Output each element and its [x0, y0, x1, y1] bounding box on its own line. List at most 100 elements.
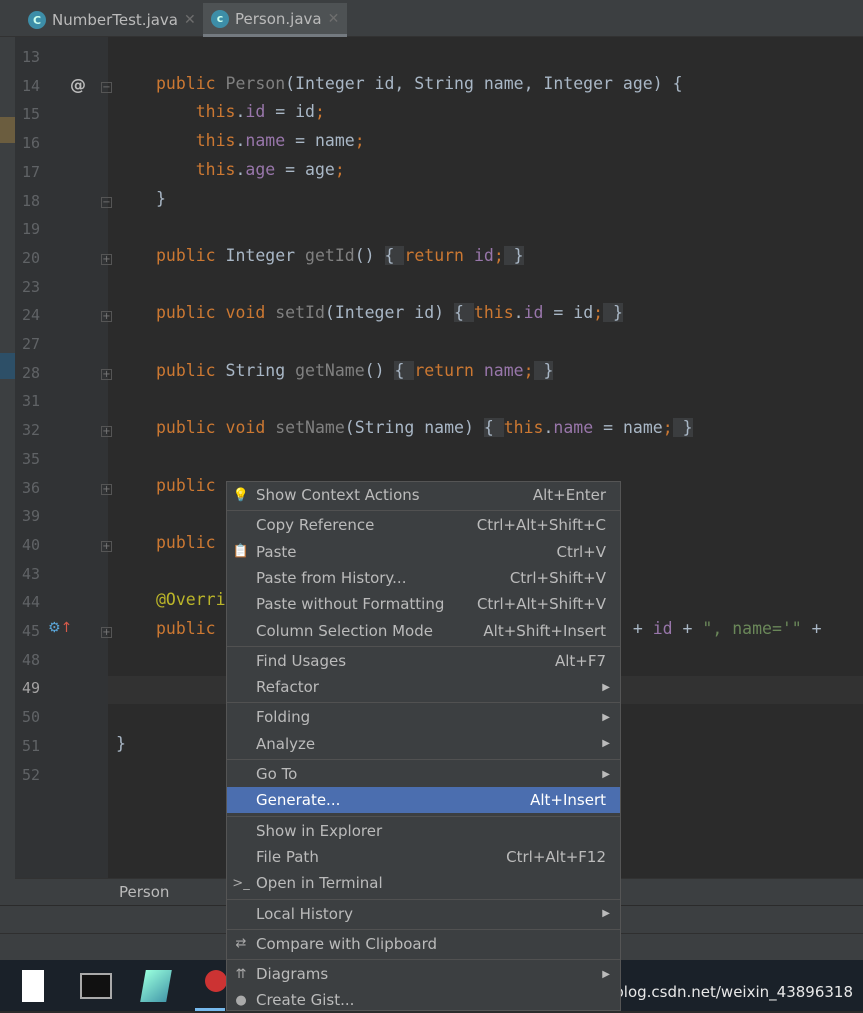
menu-separator — [227, 898, 620, 900]
fold-toggle-icon[interactable]: + — [101, 540, 112, 552]
compare-icon: ⇄ — [235, 936, 247, 952]
menu-item-refactor[interactable]: Refactor ▶ — [227, 674, 620, 700]
code-token: id — [473, 245, 494, 265]
menu-item-analyze[interactable]: Analyze ▶ — [227, 731, 620, 757]
code-line: } — [156, 189, 166, 208]
fold-toggle-icon[interactable]: + — [101, 368, 112, 380]
menu-item-column-selection-mode[interactable]: Column Selection Mode Alt+Shift+Insert — [227, 618, 620, 644]
fold-toggle-icon[interactable]: + — [101, 483, 112, 495]
menu-item-find-usages[interactable]: Find Usages Alt+F7 — [227, 648, 620, 674]
code-token: return — [404, 245, 474, 265]
code-token: ; — [334, 159, 345, 179]
breadcrumb-item[interactable]: Person — [119, 883, 169, 901]
menu-item-show-in-explorer[interactable]: Show in Explorer — [227, 818, 620, 844]
code-token: + — [622, 619, 653, 638]
code-token: id — [523, 303, 544, 323]
context-menu: 💡 Show Context Actions Alt+Enter Copy Refer… — [226, 481, 621, 1011]
menu-item-folding[interactable]: Folding ▶ — [227, 704, 620, 730]
code-token: } — [533, 360, 554, 380]
code-token: this — [156, 102, 236, 122]
override-gutter-icon[interactable]: ⚙↑ — [48, 620, 72, 636]
code-line: public void setId(Integer id) { this.id … — [156, 303, 623, 323]
tab-person[interactable]: c Person.java ✕ — [203, 3, 348, 37]
code-token: ; — [593, 303, 604, 323]
fold-toggle-icon[interactable]: + — [101, 311, 112, 323]
menu-separator — [227, 645, 620, 647]
fold-toggle-icon[interactable]: + — [101, 253, 112, 265]
code-token: public — [156, 245, 226, 265]
menu-item-shortcut: Ctrl+Shift+V — [509, 568, 606, 587]
menu-item-label: Go To — [256, 765, 298, 783]
line-number: 51 — [22, 736, 41, 755]
code-token: ", name='" — [702, 619, 802, 638]
close-icon[interactable]: ✕ — [184, 12, 196, 28]
github-icon: ● — [235, 992, 247, 1008]
calculator-icon[interactable] — [22, 970, 44, 1002]
code-token: this — [156, 131, 236, 151]
code-token: (Integer id) — [324, 303, 455, 323]
menu-separator — [227, 510, 620, 512]
menu-item-file-path[interactable]: File Path Ctrl+Alt+F12 — [227, 844, 620, 870]
line-number: 23 — [22, 277, 41, 296]
submenu-arrow-icon: ▶ — [602, 968, 610, 980]
menu-item-shortcut: Alt+Shift+Insert — [483, 621, 606, 640]
lightbulb-icon: 💡 — [232, 487, 250, 503]
code-token: Person — [225, 73, 286, 93]
tab-numbertest[interactable]: C NumberTest.java ✕ — [20, 3, 204, 37]
close-icon[interactable]: ✕ — [328, 11, 340, 27]
code-token: return — [414, 360, 484, 380]
code-line: this.name = name; — [156, 131, 365, 150]
cmd-icon[interactable] — [80, 973, 112, 999]
fold-toggle-icon[interactable]: − — [101, 196, 112, 208]
menu-item-paste[interactable]: 📋 Paste Ctrl+V — [227, 539, 620, 565]
code-token: setName — [275, 418, 345, 438]
editor-tabs: C NumberTest.java ✕ c Person.java ✕ — [0, 0, 863, 37]
menu-item-generate[interactable]: Generate... Alt+Insert — [227, 787, 620, 814]
menu-item-paste-without-formatting[interactable]: Paste without Formatting Ctrl+Alt+Shift+V — [227, 591, 620, 617]
line-number: 43 — [22, 564, 41, 583]
code-token: setId — [275, 303, 325, 323]
menu-item-go-to[interactable]: Go To ▶ — [227, 761, 620, 787]
line-number: 16 — [22, 134, 41, 153]
fold-toggle-icon[interactable]: + — [101, 627, 112, 638]
annotation-gutter-icon[interactable]: @ — [70, 75, 86, 94]
code-token: . — [235, 131, 246, 151]
class-run-icon: C — [28, 11, 46, 29]
code-token: this — [503, 418, 544, 438]
code-token: name — [245, 131, 286, 151]
menu-item-copy-reference[interactable]: Copy Reference Ctrl+Alt+Shift+C — [227, 512, 620, 538]
line-number: 36 — [22, 478, 41, 497]
menu-item-create-gist[interactable]: ● Create Gist... — [227, 987, 620, 1013]
notepad-icon[interactable] — [140, 970, 172, 1002]
line-number: 50 — [22, 708, 41, 727]
menu-item-paste-from-history[interactable]: Paste from History... Ctrl+Shift+V — [227, 565, 620, 591]
line-number: 45 — [22, 622, 41, 640]
code-token: String — [225, 360, 296, 380]
diagram-icon: ⇈ — [235, 966, 247, 982]
line-number: 39 — [22, 507, 41, 526]
menu-item-show-context-actions[interactable]: 💡 Show Context Actions Alt+Enter — [227, 482, 620, 508]
menu-item-label: Local History — [256, 904, 354, 923]
line-number: 18 — [22, 191, 41, 210]
menu-item-label: Paste without Formatting — [256, 595, 445, 614]
menu-item-open-in-terminal[interactable]: >_ Open in Terminal — [227, 870, 620, 896]
fold-toggle-icon[interactable]: + — [101, 426, 112, 438]
menu-item-label: Refactor — [256, 678, 319, 697]
menu-item-label: Column Selection Mode — [256, 621, 433, 640]
submenu-arrow-icon: ▶ — [602, 768, 610, 780]
code-token: } — [672, 418, 693, 438]
menu-item-shortcut: Alt+Enter — [532, 486, 606, 504]
menu-item-compare-with-clipboard[interactable]: ⇄ Compare with Clipboard — [227, 931, 620, 957]
line-number: 32 — [22, 421, 41, 440]
menu-item-local-history[interactable]: Local History ▶ — [227, 901, 620, 927]
code-token: () — [354, 245, 385, 265]
submenu-arrow-icon: ▶ — [602, 681, 610, 693]
code-token: public — [156, 619, 226, 638]
menu-item-label: Compare with Clipboard — [256, 934, 438, 953]
app-icon[interactable] — [205, 970, 227, 992]
menu-item-label: Paste — [256, 542, 297, 561]
menu-item-diagrams[interactable]: ⇈ Diagrams ▶ — [227, 961, 620, 987]
fold-toggle-icon[interactable]: − — [101, 81, 112, 93]
left-tool-strip — [0, 37, 15, 905]
class-icon: c — [211, 9, 229, 28]
